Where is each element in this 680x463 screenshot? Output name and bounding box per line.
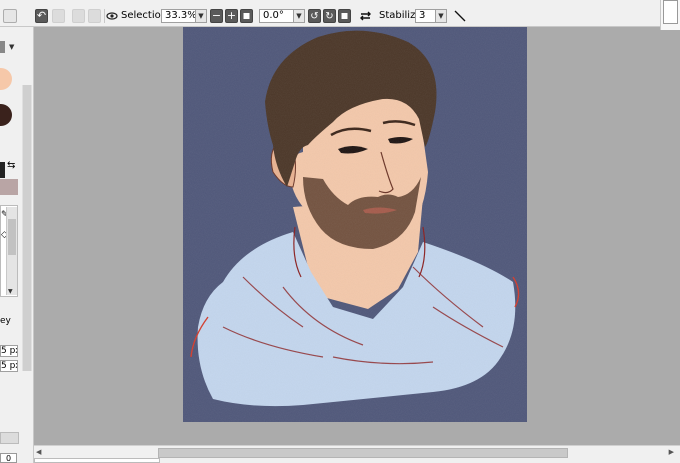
color-swatch-dark[interactable] bbox=[0, 104, 12, 126]
rotation-value: 0.0° bbox=[263, 10, 284, 21]
status-strip bbox=[34, 458, 680, 463]
layer-opacity-field[interactable]: 0 bbox=[0, 453, 17, 463]
zoom-value: 33.3% bbox=[165, 10, 197, 21]
zoom-select[interactable]: 33.3% ▼ bbox=[161, 9, 207, 23]
primary-color-box[interactable] bbox=[0, 162, 5, 178]
line-tool-icon bbox=[454, 10, 466, 22]
transparent-color-box[interactable] bbox=[0, 179, 18, 195]
status-field bbox=[34, 458, 160, 463]
zoom-in-button[interactable]: + bbox=[225, 9, 238, 23]
scrollbar-thumb[interactable] bbox=[23, 85, 31, 371]
zoom-out-button[interactable]: − bbox=[210, 9, 223, 23]
left-panel-scrollbar[interactable] bbox=[22, 85, 32, 371]
rotate-right-button[interactable]: ↻ bbox=[323, 9, 336, 23]
drawing-canvas[interactable] bbox=[183, 27, 527, 422]
rotation-select[interactable]: 0.0° ▼ bbox=[259, 9, 305, 23]
brush-size-field[interactable]: 5 px bbox=[0, 345, 18, 357]
line-tool-button[interactable] bbox=[453, 9, 467, 23]
eye-icon bbox=[106, 12, 118, 20]
rotate-right-icon: ↻ bbox=[325, 11, 334, 22]
chevron-down-icon: ▼ bbox=[293, 10, 304, 22]
redo-button[interactable] bbox=[52, 9, 65, 23]
horizontal-scrollbar[interactable]: ◀ ▶ bbox=[34, 445, 680, 459]
zoom-reset-icon bbox=[243, 13, 250, 19]
swap-colors-icon[interactable]: ⇆ bbox=[7, 160, 15, 171]
blend-mode-label: ey bbox=[0, 316, 11, 326]
right-panel bbox=[660, 0, 680, 30]
rotate-reset-icon bbox=[341, 13, 348, 19]
tool-list-scrollbar[interactable]: ▼ bbox=[6, 207, 17, 295]
min-size-field[interactable]: 5 px bbox=[0, 360, 18, 372]
chevron-down-icon[interactable]: ▼ bbox=[8, 288, 13, 295]
toolbar: ↶ Selection 33.3% ▼ − + 0.0° ▼ ↺ ↻ Stabi… bbox=[0, 6, 680, 27]
deselect-button[interactable] bbox=[72, 9, 85, 23]
color-wheel-edge[interactable] bbox=[0, 41, 5, 53]
panel-button[interactable] bbox=[0, 432, 19, 444]
stabilizer-select[interactable]: 3 ▼ bbox=[415, 9, 447, 23]
flip-horizontal-button[interactable] bbox=[359, 9, 372, 23]
flip-horizontal-icon bbox=[360, 11, 371, 21]
chevron-down-icon[interactable]: ▼ bbox=[9, 43, 14, 51]
right-panel-scrollbar[interactable] bbox=[663, 0, 678, 24]
chevron-left-icon[interactable]: ◀ bbox=[36, 448, 41, 456]
left-panel: ▼ ⇆ ✎ ◇ ▼ ey 5 px 5 px 0 bbox=[0, 27, 34, 463]
chevron-down-icon: ▼ bbox=[435, 10, 446, 22]
canvas-artwork bbox=[183, 27, 527, 422]
separator bbox=[104, 9, 105, 23]
dropdown-toggle-button[interactable] bbox=[3, 9, 17, 23]
color-swatch-peach[interactable] bbox=[0, 68, 12, 90]
scrollbar-thumb[interactable] bbox=[8, 219, 16, 255]
zoom-reset-button[interactable] bbox=[240, 9, 253, 23]
chevron-down-icon: ▼ bbox=[195, 10, 206, 22]
invert-selection-button[interactable] bbox=[88, 9, 101, 23]
rotate-left-button[interactable]: ↺ bbox=[308, 9, 321, 23]
undo-button[interactable]: ↶ bbox=[35, 9, 48, 23]
scrollbar-thumb[interactable] bbox=[158, 448, 568, 458]
zoom-in-icon: + bbox=[226, 9, 237, 22]
zoom-out-icon: − bbox=[211, 9, 222, 22]
selection-visibility-toggle[interactable] bbox=[106, 9, 118, 23]
rotate-reset-button[interactable] bbox=[338, 9, 351, 23]
chevron-right-icon[interactable]: ▶ bbox=[669, 448, 674, 456]
undo-icon: ↶ bbox=[36, 9, 47, 22]
rotate-left-icon: ↺ bbox=[310, 11, 319, 22]
stabilizer-value: 3 bbox=[419, 10, 426, 21]
